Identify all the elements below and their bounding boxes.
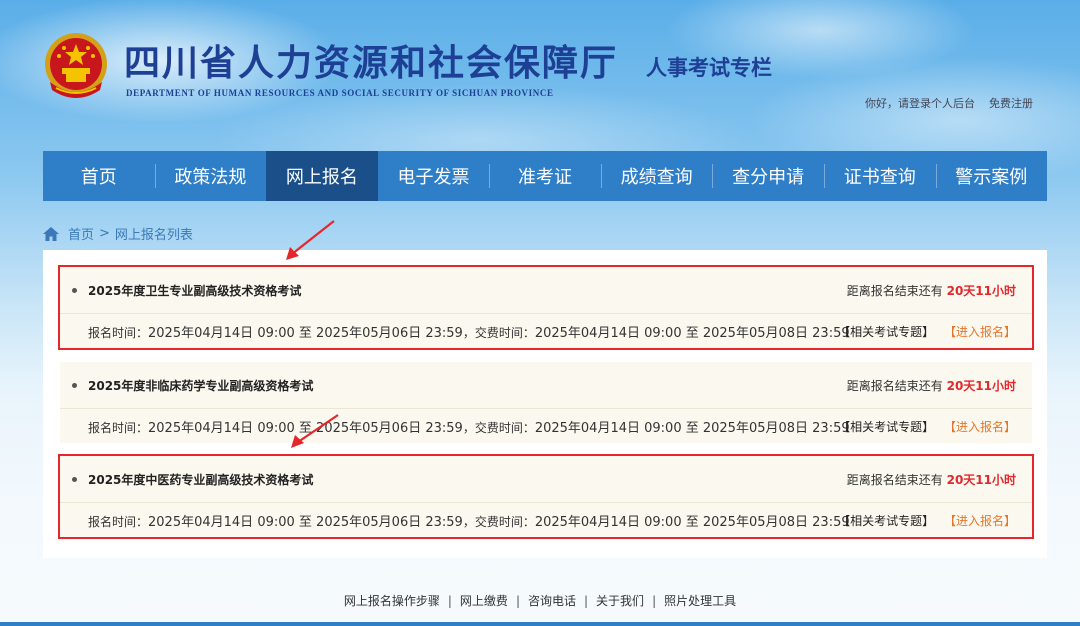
exam-item: 2025年度非临床药学专业副高级资格考试 距离报名结束还有 20天11小时 报名…	[60, 362, 1032, 443]
footer-separator: |	[584, 594, 589, 608]
footer-link-payment[interactable]: 网上缴费	[460, 594, 508, 608]
nav-item-certificate-query[interactable]: 证书查询	[823, 151, 936, 201]
countdown-label: 距离报名结束还有	[846, 284, 943, 298]
enter-registration-link[interactable]: 【进入报名】	[944, 420, 1016, 434]
nav-item-warning-cases[interactable]: 警示案例	[935, 151, 1048, 201]
nav-item-score-query[interactable]: 成绩查询	[600, 151, 713, 201]
login-link[interactable]: 你好，请登录个人后台	[865, 97, 975, 110]
exam-name[interactable]: 2025年度卫生专业副高级技术资格考试	[88, 282, 301, 299]
enter-registration-link[interactable]: 【进入报名】	[944, 325, 1016, 339]
reg-time: 2025年04月14日 09:00 至 2025年05月06日 23:59	[148, 515, 463, 530]
pay-label: ，交费时间：	[462, 326, 535, 340]
breadcrumb-home[interactable]: 首页	[68, 224, 94, 243]
user-links: 你好，请登录个人后台 免费注册	[865, 95, 1033, 111]
pay-time: 2025年04月14日 09:00 至 2025年05月08日 23:59	[534, 515, 850, 530]
exam-times: 报名时间：2025年04月14日 09:00 至 2025年05月06日 23:…	[60, 314, 1032, 348]
countdown-remaining: 20天11小时	[946, 473, 1016, 487]
nav-item-home[interactable]: 首页	[43, 151, 155, 201]
nav-item-online-registration[interactable]: 网上报名	[266, 151, 378, 201]
reg-label: 报名时间：	[88, 421, 149, 435]
column-title: 人事考试专栏	[646, 55, 772, 80]
exam-item: 2025年度卫生专业副高级技术资格考试 距离报名结束还有 20天11小时 报名时…	[58, 265, 1034, 350]
countdown-remaining: 20天11小时	[946, 379, 1016, 393]
bottom-bar	[0, 622, 1080, 626]
footer-separator: |	[515, 594, 520, 608]
exam-name[interactable]: 2025年度非临床药学专业副高级资格考试	[88, 377, 313, 394]
exam-head: 2025年度中医药专业副高级技术资格考试 距离报名结束还有 20天11小时	[60, 456, 1032, 503]
footer-separator: |	[447, 594, 452, 608]
exam-item: 2025年度中医药专业副高级技术资格考试 距离报名结束还有 20天11小时 报名…	[58, 454, 1034, 539]
site-title: 四川省人力资源和社会保障厅	[124, 42, 619, 84]
pay-time: 2025年04月14日 09:00 至 2025年05月08日 23:59	[534, 421, 850, 436]
exam-times: 报名时间：2025年04月14日 09:00 至 2025年05月06日 23:…	[60, 503, 1032, 537]
footer-link-photo-tool[interactable]: 照片处理工具	[664, 594, 736, 608]
annotation-arrow-icon	[291, 414, 339, 448]
pay-label: ，交费时间：	[462, 515, 535, 529]
exam-head: 2025年度非临床药学专业副高级资格考试 距离报名结束还有 20天11小时	[60, 362, 1032, 409]
exam-times: 报名时间：2025年04月14日 09:00 至 2025年05月06日 23:…	[60, 409, 1032, 443]
footer-separator: |	[652, 594, 657, 608]
bullet-icon	[72, 288, 77, 293]
exam-countdown: 距离报名结束还有 20天11小时	[847, 377, 1016, 394]
countdown-remaining: 20天11小时	[946, 284, 1016, 298]
register-link[interactable]: 免费注册	[989, 97, 1033, 110]
exam-name[interactable]: 2025年度中医药专业副高级技术资格考试	[88, 471, 313, 488]
annotation-arrow-icon	[286, 220, 335, 260]
reg-label: 报名时间：	[88, 515, 149, 529]
exam-countdown: 距离报名结束还有 20天11小时	[847, 471, 1016, 488]
footer-links: 网上报名操作步骤 | 网上缴费 | 咨询电话 | 关于我们 | 照片处理工具	[0, 592, 1080, 609]
pay-time: 2025年04月14日 09:00 至 2025年05月08日 23:59	[534, 326, 850, 341]
exam-time-line: 报名时间：2025年04月14日 09:00 至 2025年05月06日 23:…	[88, 322, 850, 341]
breadcrumb-current: 网上报名列表	[114, 228, 193, 243]
reg-time: 2025年04月14日 09:00 至 2025年05月06日 23:59	[148, 326, 463, 341]
site-subtitle: DEPARTMENT OF HUMAN RESOURCES AND SOCIAL…	[126, 88, 554, 98]
nav-item-score-review[interactable]: 查分申请	[712, 151, 824, 201]
exam-links: 【相关考试专题】 【进入报名】	[838, 323, 1016, 340]
countdown-label: 距离报名结束还有	[846, 473, 943, 487]
footer-link-steps[interactable]: 网上报名操作步骤	[344, 594, 440, 608]
reg-label: 报名时间：	[88, 326, 149, 340]
footer-link-about[interactable]: 关于我们	[596, 594, 644, 608]
enter-registration-link[interactable]: 【进入报名】	[944, 514, 1016, 528]
pay-label: ，交费时间：	[462, 421, 535, 435]
exam-time-line: 报名时间：2025年04月14日 09:00 至 2025年05月06日 23:…	[88, 417, 850, 436]
nav-item-policy[interactable]: 政策法规	[154, 151, 267, 201]
bullet-icon	[72, 383, 77, 388]
home-icon	[43, 226, 59, 241]
breadcrumb-separator: >	[99, 226, 110, 241]
breadcrumb: 首页 > 网上报名列表	[43, 224, 193, 243]
national-emblem-icon	[45, 33, 107, 98]
topic-link[interactable]: 【相关考试专题】	[838, 514, 934, 528]
footer-link-phone[interactable]: 咨询电话	[528, 594, 576, 608]
exam-links: 【相关考试专题】 【进入报名】	[838, 512, 1016, 529]
topic-link[interactable]: 【相关考试专题】	[838, 420, 934, 434]
exam-countdown: 距离报名结束还有 20天11小时	[847, 282, 1016, 299]
exam-time-line: 报名时间：2025年04月14日 09:00 至 2025年05月06日 23:…	[88, 511, 850, 530]
bullet-icon	[72, 477, 77, 482]
nav-item-e-invoice[interactable]: 电子发票	[378, 151, 490, 201]
exam-head: 2025年度卫生专业副高级技术资格考试 距离报名结束还有 20天11小时	[60, 267, 1032, 314]
countdown-label: 距离报名结束还有	[846, 379, 943, 393]
exam-links: 【相关考试专题】 【进入报名】	[838, 418, 1016, 435]
nav-item-admission-ticket[interactable]: 准考证	[489, 151, 601, 201]
topic-link[interactable]: 【相关考试专题】	[838, 325, 934, 339]
main-nav: 首页 政策法规 网上报名 电子发票 准考证 成绩查询 查分申请 证书查询 警示案…	[43, 151, 1047, 201]
